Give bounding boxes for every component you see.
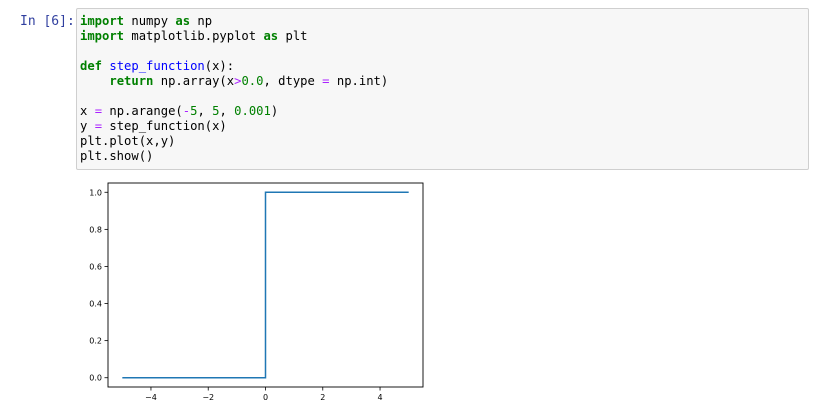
code-token: 0.001 [234,104,271,118]
code-token: return [109,74,154,88]
code-line: import matplotlib.pyplot as plt [80,29,388,44]
code-line: return np.array(x>0.0, dtype = np.int) [80,74,388,89]
x-tick-label: 0 [263,393,268,402]
code-token: def [80,59,103,73]
code-token: np.array(x [153,74,235,88]
y-tick-label: 0.8 [89,225,102,234]
code-token: = [94,119,103,133]
code-cell-input[interactable]: import numpy as np import matplotlib.pypl… [76,8,809,170]
code-token: , [197,104,213,118]
code-line: x = np.arange(-5, 5, 0.001) [80,104,388,119]
code-token: as [175,14,191,28]
code-token: step_function [109,59,205,73]
code-token: as [263,29,279,43]
x-tick-label: 2 [320,393,325,402]
code-token: step_function(x) [102,119,227,133]
x-tick-label: −2 [202,393,214,402]
code-token: , dtype [263,74,323,88]
code-token: , [219,104,235,118]
x-tick-label: −4 [145,393,157,402]
code-token: = [94,104,103,118]
code-token: import [80,29,125,43]
code-token: plt [278,29,308,43]
code-token: numpy [124,14,176,28]
y-tick-label: 0.6 [89,262,102,271]
code-line: y = step_function(x) [80,119,388,134]
step-function-plot: −4 −2 0 2 4 0.0 0.2 0.4 0.6 0.8 1.0 [89,182,424,402]
code-token: - [182,104,191,118]
code-token: np.int) [329,74,389,88]
y-tick-label: 0.0 [89,374,102,383]
x-tick-label: 4 [377,393,382,402]
code-token: 0.0 [241,74,264,88]
code-token: (x): [204,59,235,73]
code-token: plt.show() [80,149,154,163]
code-token: np.arange( [102,104,183,118]
y-tick-label: 1.0 [89,188,102,197]
code-token: y [80,119,95,133]
code-token: ) [270,104,279,118]
code-editor[interactable]: import numpy as np import matplotlib.pypl… [80,14,388,164]
cell-output: −4 −2 0 2 4 0.0 0.2 0.4 0.6 0.8 1.0 [76,178,436,408]
y-tick-label: 0.2 [89,337,102,346]
cell-prompt: In [6]: [20,14,75,29]
step-series-line [122,191,409,379]
code-token: matplotlib.pyplot [124,29,264,43]
code-token: import [80,14,125,28]
code-token: plt.plot(x,y) [80,134,176,148]
code-token: x [80,104,95,118]
code-line: def step_function(x): [80,59,388,74]
code-line: plt.show() [80,149,388,164]
code-line: plt.plot(x,y) [80,134,388,149]
y-tick-label: 0.4 [89,300,102,309]
code-token: np [190,14,213,28]
code-token: = [322,74,330,88]
code-line: import numpy as np [80,14,388,29]
